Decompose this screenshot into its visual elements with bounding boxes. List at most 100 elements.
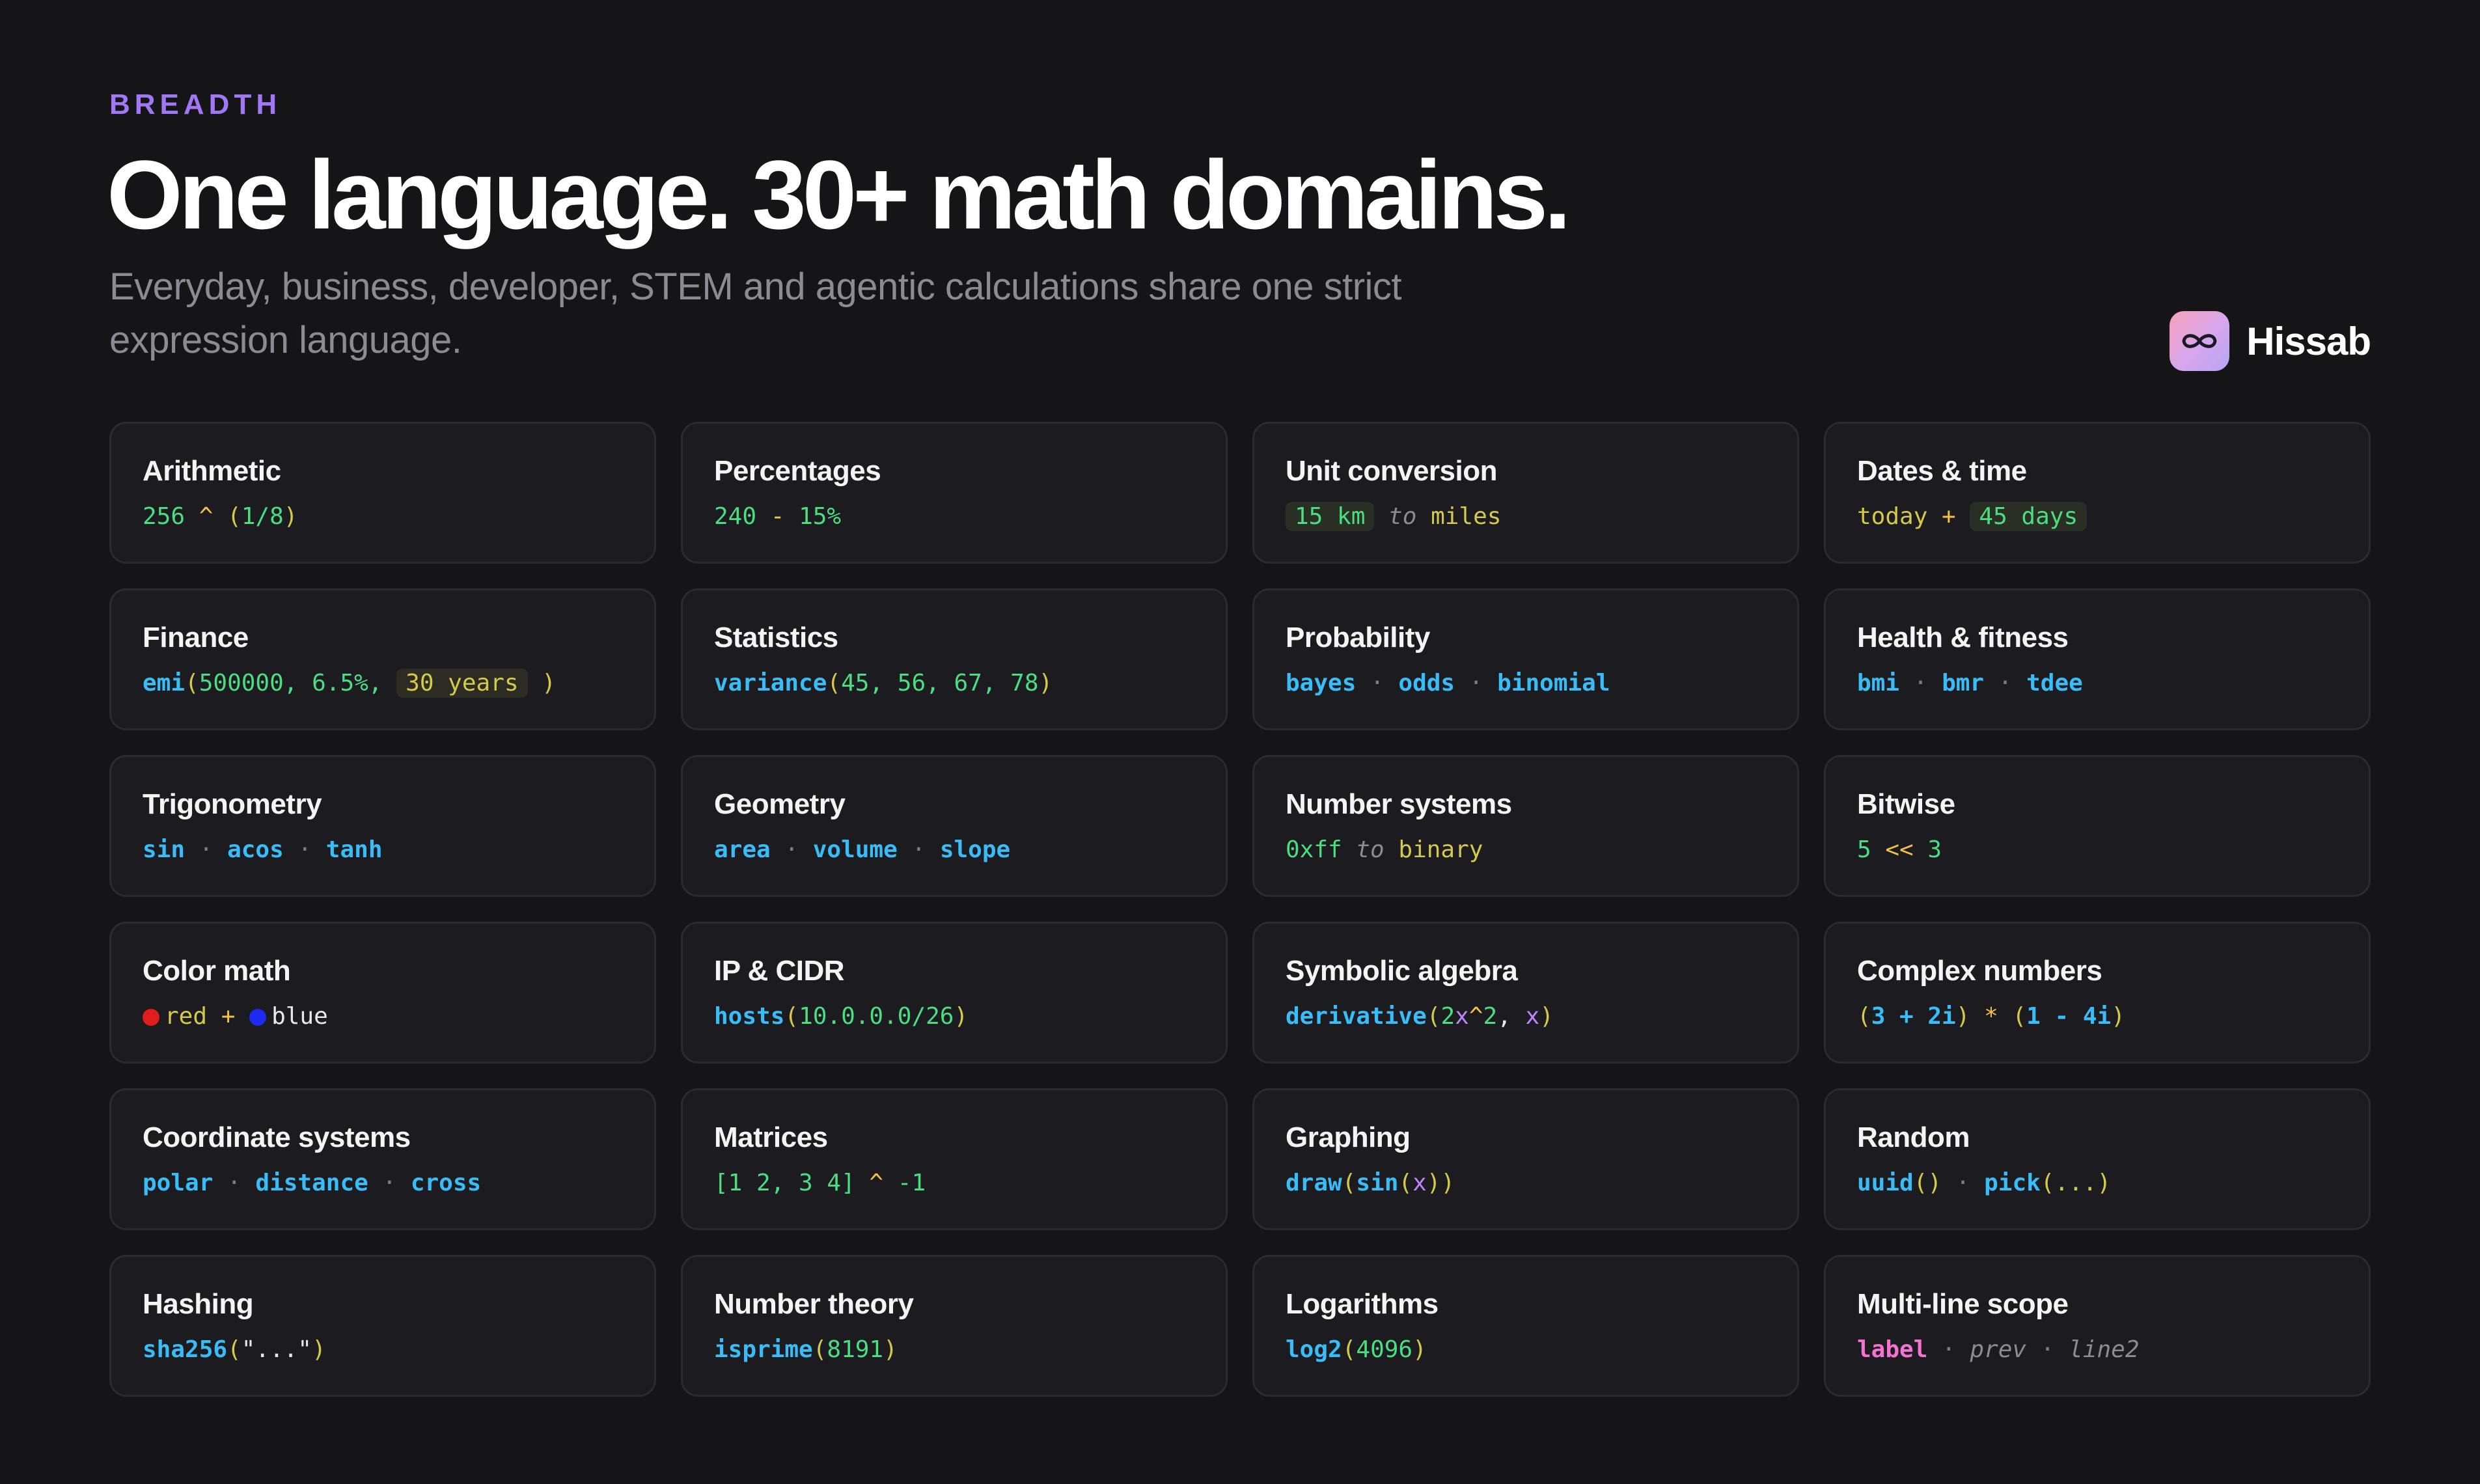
expression-token: label <box>1857 1336 1928 1363</box>
expression-token: 45 days <box>1970 502 2087 531</box>
expression-token: ^ <box>1468 1003 1483 1030</box>
expression-token: ( <box>1342 1336 1357 1363</box>
domain-card: Unit conversion 15 km to miles <box>1252 422 1799 564</box>
domain-card-title: Finance <box>143 622 249 653</box>
expression-token: binomial <box>1497 670 1610 696</box>
domain-card-example: 5 << 3 <box>1857 831 2369 869</box>
expression-token: 3 + 2i <box>1871 1003 1956 1030</box>
page-subtitle: Everyday, business, developer, STEM and … <box>109 266 1402 361</box>
expression-token: ( <box>827 670 842 696</box>
expression-token: 0xff <box>1286 836 1342 863</box>
expression-token: binary <box>1398 836 1483 863</box>
domain-card-example: variance(45, 56, 67, 78) <box>714 665 1226 702</box>
expression-token: )) <box>1426 1170 1455 1196</box>
expression-token: to <box>1342 836 1399 863</box>
expression-token: ) <box>527 670 556 696</box>
expression-token: today <box>1857 503 1928 530</box>
expression-token: derivative <box>1286 1003 1427 1030</box>
expression-token: 2 <box>1483 1003 1498 1030</box>
expression-token: distance <box>255 1170 368 1196</box>
domain-card-example: [1 2, 3 4] ^ -1 <box>714 1164 1226 1202</box>
expression-token: · <box>1899 670 1942 696</box>
expression-token: · <box>185 836 228 863</box>
expression-token: · <box>897 836 940 863</box>
expression-token: · <box>213 1170 256 1196</box>
expression-token: · <box>1356 670 1399 696</box>
domain-card-title: IP & CIDR <box>714 955 845 987</box>
infinity-icon <box>2170 311 2230 371</box>
domain-card-title: Statistics <box>714 622 838 653</box>
domain-card: Dates & time today + 45 days <box>1824 422 2371 564</box>
domain-card-title: Complex numbers <box>1857 955 2102 987</box>
expression-token: "..." <box>241 1336 312 1363</box>
expression-token: tanh <box>325 836 383 863</box>
expression-token: [1 2, 3 4] <box>714 1170 855 1196</box>
domain-card: Health & fitness bmi · bmr · tdee <box>1824 588 2371 730</box>
expression-token: variance <box>714 670 827 696</box>
domain-card-example: isprime(8191) <box>714 1331 1226 1369</box>
expression-token: cross <box>410 1170 482 1196</box>
expression-token: 8191 <box>827 1336 884 1363</box>
expression-token: ( <box>1426 1003 1441 1030</box>
expression-token: 500000, 6.5%, <box>199 670 397 696</box>
expression-token: tdee <box>2026 670 2083 696</box>
expression-token: · <box>2026 1336 2069 1363</box>
expression-token: ^ <box>185 503 228 530</box>
domain-card: Statistics variance(45, 56, 67, 78) <box>681 588 1228 730</box>
domain-card-title: Graphing <box>1286 1121 1411 1153</box>
domain-card-example: red + blue <box>143 998 654 1036</box>
expression-token: area <box>714 836 771 863</box>
domain-card-example: 0xff to binary <box>1286 831 1797 869</box>
domain-card: Trigonometry sin · acos · tanh <box>109 755 656 897</box>
domain-card: Finance emi(500000, 6.5%, 30 years ) <box>109 588 656 730</box>
expression-token: 2 <box>1440 1003 1455 1030</box>
expression-token: (...) <box>2040 1170 2112 1196</box>
expression-token: ( <box>1342 1170 1357 1196</box>
expression-token: * <box>1970 1003 2013 1030</box>
expression-token: pick <box>1984 1170 2041 1196</box>
expression-token: 240 <box>714 503 757 530</box>
expression-token: ( <box>1398 1170 1413 1196</box>
expression-token: ( <box>227 503 241 530</box>
expression-token: x <box>1525 1003 1540 1030</box>
expression-token: · <box>1455 670 1498 696</box>
expression-token: sin <box>1356 1170 1399 1196</box>
domain-card: Random uuid() · pick(...) <box>1824 1088 2371 1230</box>
expression-token: · <box>1984 670 2027 696</box>
expression-token: x <box>1455 1003 1469 1030</box>
expression-token: 1/8 <box>241 503 284 530</box>
expression-token: 45, 56, 67, 78 <box>841 670 1039 696</box>
domain-card: Complex numbers (3 + 2i) * (1 - 4i) <box>1824 922 2371 1064</box>
domain-card-example: draw(sin(x)) <box>1286 1164 1797 1202</box>
expression-token: · <box>770 836 813 863</box>
expression-token: 4096 <box>1356 1336 1413 1363</box>
expression-token: bmr <box>1942 670 1985 696</box>
expression-token: ^ <box>855 1170 898 1196</box>
expression-token: miles <box>1431 503 1502 530</box>
brand-name: Hissab <box>2246 319 2371 363</box>
expression-token: uuid <box>1857 1170 1914 1196</box>
domain-card-title: Color math <box>143 955 291 987</box>
domain-card-example: log2(4096) <box>1286 1331 1797 1369</box>
domain-card-title: Coordinate systems <box>143 1121 411 1153</box>
domain-card: Matrices [1 2, 3 4] ^ -1 <box>681 1088 1228 1230</box>
domain-card-example: 240 - 15% <box>714 498 1226 536</box>
expression-token: () <box>1913 1170 1942 1196</box>
domain-card-example: hosts(10.0.0.0/26) <box>714 998 1226 1036</box>
domain-card-title: Symbolic algebra <box>1286 955 1518 987</box>
expression-token: red <box>165 1003 208 1030</box>
domain-card-title: Unit conversion <box>1286 455 1498 487</box>
domain-card-title: Geometry <box>714 788 846 820</box>
expression-token: 10.0.0.0/26 <box>799 1003 954 1030</box>
domain-card: Number systems 0xff to binary <box>1252 755 1799 897</box>
expression-token: - <box>756 503 799 530</box>
expression-token: bayes <box>1286 670 1357 696</box>
domain-card-example: polar · distance · cross <box>143 1164 654 1202</box>
expression-token: ) <box>883 1336 898 1363</box>
domain-grid: Arithmetic 256 ^ (1/8) Percentages 240 - 15… <box>109 422 2371 1397</box>
domain-card-title: Matrices <box>714 1121 828 1153</box>
domain-card: Logarithms log2(4096) <box>1252 1255 1799 1397</box>
domain-card-example: sha256("...") <box>143 1331 654 1369</box>
domain-card-title: Number systems <box>1286 788 1512 820</box>
domain-card: Hashing sha256("...") <box>109 1255 656 1397</box>
